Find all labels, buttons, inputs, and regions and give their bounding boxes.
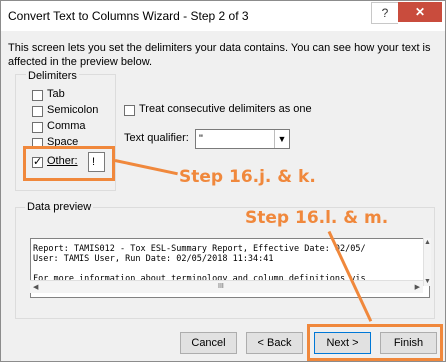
checkbox-comma[interactable] bbox=[32, 122, 43, 133]
description-text: This screen lets you set the delimiters … bbox=[8, 42, 431, 68]
checkbox-tab[interactable] bbox=[32, 90, 43, 101]
scroll-thumb[interactable]: III bbox=[218, 283, 224, 290]
chevron-down-icon: ▼ bbox=[274, 130, 289, 148]
back-button[interactable]: < Back bbox=[246, 332, 303, 354]
text-qualifier-select[interactable]: " ▼ bbox=[195, 129, 290, 149]
text-qualifier-label: Text qualifier: bbox=[124, 132, 189, 144]
comma-label: Comma bbox=[47, 120, 86, 132]
scroll-left-icon[interactable]: ◀ bbox=[33, 283, 38, 291]
scroll-up-icon[interactable]: ▲ bbox=[424, 239, 431, 246]
step-annotation-b: Step 16.l. & m. bbox=[245, 208, 389, 228]
preview-line: Report: TAMIS012 - Tox ESL-Summary Repor… bbox=[33, 244, 366, 254]
preview-vertical-scrollbar[interactable]: ▲ ▼ bbox=[423, 238, 431, 286]
scroll-right-icon[interactable]: ▶ bbox=[415, 283, 420, 291]
checkbox-semicolon[interactable] bbox=[32, 106, 43, 117]
checkbox-consecutive[interactable] bbox=[124, 105, 135, 116]
wizard-dialog: Convert Text to Columns Wizard - Step 2 … bbox=[0, 0, 446, 362]
preview-line: User: TAMIS User, Run Date: 02/05/2018 1… bbox=[33, 254, 274, 264]
cancel-button[interactable]: Cancel bbox=[180, 332, 237, 354]
scroll-down-icon[interactable]: ▼ bbox=[424, 278, 431, 285]
consecutive-label: Treat consecutive delimiters as one bbox=[139, 103, 312, 115]
preview-horizontal-scrollbar[interactable]: ◀ III ▶ bbox=[30, 280, 423, 293]
tab-label: Tab bbox=[47, 88, 65, 100]
semicolon-label: Semicolon bbox=[47, 104, 99, 116]
close-button[interactable]: ✕ bbox=[398, 2, 442, 22]
step-annotation-a: Step 16.j. & k. bbox=[179, 167, 316, 187]
data-preview-label: Data preview bbox=[25, 201, 94, 213]
help-button[interactable]: ? bbox=[371, 2, 398, 24]
annotation-arrow-a bbox=[114, 159, 178, 176]
text-qualifier-value: " bbox=[199, 133, 203, 145]
highlight-box-buttons bbox=[307, 324, 443, 361]
dialog-title: Convert Text to Columns Wizard - Step 2 … bbox=[8, 9, 249, 23]
highlight-box-other bbox=[23, 146, 115, 181]
delimiters-group-label: Delimiters bbox=[26, 70, 79, 82]
title-bar: Convert Text to Columns Wizard - Step 2 … bbox=[1, 1, 445, 31]
